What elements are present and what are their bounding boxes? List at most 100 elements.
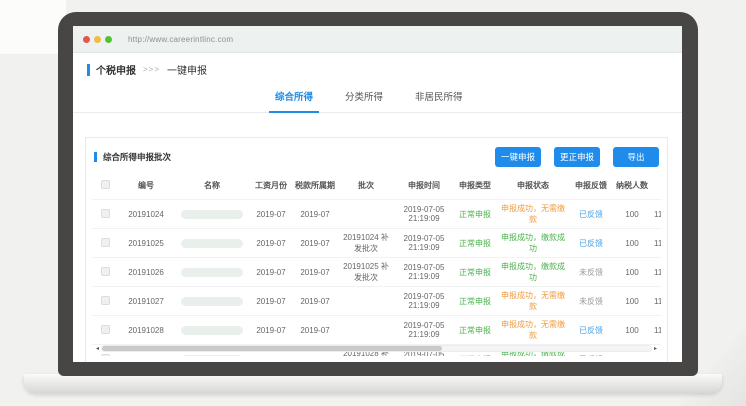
salary-month: 2019-07 xyxy=(250,316,292,345)
window-minimize-dot[interactable] xyxy=(94,36,101,43)
declare-time: 2019-07-05 21:19:09 xyxy=(394,287,454,316)
select-all-checkbox[interactable] xyxy=(101,180,110,189)
name-redacted-placeholder xyxy=(181,210,243,219)
window-maximize-dot[interactable] xyxy=(105,36,112,43)
scroll-left-arrow-icon[interactable]: ◂ xyxy=(96,346,99,352)
tab-nonresident-income[interactable]: 非居民所得 xyxy=(409,89,469,112)
tab-comprehensive-income[interactable]: 综合所得 xyxy=(269,89,319,113)
tax-period: 2019-07 xyxy=(292,200,338,229)
tab-bar: 综合所得 分类所得 非居民所得 xyxy=(73,89,682,113)
url-text[interactable]: http://www.careerintlinc.com xyxy=(128,35,233,44)
name-cell xyxy=(174,229,250,258)
browser-window: http://www.careerintlinc.com 个税申报 >>> 一键… xyxy=(73,26,682,362)
clipped-amount: 11 xyxy=(652,200,661,229)
declare-type: 正常申报 xyxy=(454,258,496,287)
row-checkbox[interactable] xyxy=(101,296,110,305)
taxpayer-count: 100 xyxy=(612,287,652,316)
row-checkbox[interactable] xyxy=(101,354,110,357)
row-checkbox[interactable] xyxy=(101,325,110,334)
col-header-clipped xyxy=(652,172,661,200)
batch-id: 20191028 xyxy=(118,316,174,345)
salary-month: 2019-07 xyxy=(250,287,292,316)
tab-classified-income[interactable]: 分类所得 xyxy=(339,89,389,112)
col-header-tax-period: 税款所属期 xyxy=(292,172,338,200)
tax-period: 2019-07 xyxy=(292,287,338,316)
table-header-row: 编号 名称 工资月份 税款所属期 批次 申报时间 申报类型 申报状态 申报反馈 xyxy=(92,172,661,200)
accent-bar xyxy=(94,152,97,162)
batch xyxy=(338,316,394,345)
declare-type: 正常申报 xyxy=(454,287,496,316)
row-checkbox[interactable] xyxy=(101,209,110,218)
breadcrumb-separator: >>> xyxy=(143,65,160,74)
page-subtitle: 一键申报 xyxy=(167,62,207,77)
one-click-declare-button[interactable]: 一键申报 xyxy=(495,147,541,167)
laptop-screen-bezel: http://www.careerintlinc.com 个税申报 >>> 一键… xyxy=(58,12,698,376)
col-header-feedback: 申报反馈 xyxy=(570,172,612,200)
declare-type: 正常申报 xyxy=(454,316,496,345)
panel-title: 综合所得申报批次 xyxy=(103,151,171,163)
batch xyxy=(338,200,394,229)
declare-feedback: 已反馈 xyxy=(570,229,612,258)
batch-panel: 综合所得申报批次 一键申报 更正申报 导出 xyxy=(85,137,668,362)
clipped-amount: 11 xyxy=(652,229,661,258)
page-background: http://www.careerintlinc.com 个税申报 >>> 一键… xyxy=(0,0,746,406)
salary-month: 2019-07 xyxy=(250,229,292,258)
declare-type: 正常申报 xyxy=(454,229,496,258)
browser-chrome-bar: http://www.careerintlinc.com xyxy=(73,26,682,53)
declare-feedback: 已反馈 xyxy=(570,316,612,345)
table-row: 201910252019-072019-0720191024 补发批次2019-… xyxy=(92,229,661,258)
scroll-right-arrow-icon[interactable]: ▸ xyxy=(654,346,657,352)
name-redacted-placeholder xyxy=(181,355,243,357)
name-cell xyxy=(174,316,250,345)
scrollbar-track[interactable] xyxy=(101,345,652,352)
declare-time: 2019-07-05 21:19:09 xyxy=(394,229,454,258)
horizontal-scrollbar[interactable]: ◂ ▸ xyxy=(96,344,657,353)
row-checkbox[interactable] xyxy=(101,267,110,276)
name-redacted-placeholder xyxy=(181,239,243,248)
col-header-declare-type: 申报类型 xyxy=(454,172,496,200)
col-header-taxpayer-count: 纳税人数 xyxy=(612,172,652,200)
tax-period: 2019-07 xyxy=(292,316,338,345)
tax-period: 2019-07 xyxy=(292,229,338,258)
salary-month: 2019-07 xyxy=(250,258,292,287)
declare-feedback: 未反馈 xyxy=(570,258,612,287)
correction-declare-button[interactable]: 更正申报 xyxy=(554,147,600,167)
accent-bar xyxy=(87,64,90,76)
tax-period: 2019-07 xyxy=(292,258,338,287)
col-header-declare-time: 申报时间 xyxy=(394,172,454,200)
col-header-declare-status: 申报状态 xyxy=(496,172,570,200)
batch: 20191025 补发批次 xyxy=(338,258,394,287)
batch-table: 编号 名称 工资月份 税款所属期 批次 申报时间 申报类型 申报状态 申报反馈 xyxy=(92,172,661,356)
declare-status: 申报成功，无需缴款 xyxy=(496,287,570,316)
table-row: 201910262019-072019-0720191025 补发批次2019-… xyxy=(92,258,661,287)
col-header-salary-month: 工资月份 xyxy=(250,172,292,200)
page-title: 个税申报 xyxy=(96,62,136,77)
salary-month: 2019-07 xyxy=(250,200,292,229)
taxpayer-count: 100 xyxy=(612,258,652,287)
background-decor-top-left xyxy=(0,0,66,54)
window-close-dot[interactable] xyxy=(83,36,90,43)
declare-status: 申报成功，无需缴款 xyxy=(496,316,570,345)
declare-status: 申报成功，缴款成功 xyxy=(496,258,570,287)
declare-type: 正常申报 xyxy=(454,200,496,229)
scrollbar-thumb[interactable] xyxy=(102,346,442,351)
declare-time: 2019-07-05 21:19:09 xyxy=(394,200,454,229)
export-button[interactable]: 导出 xyxy=(613,147,659,167)
taxpayer-count: 100 xyxy=(612,229,652,258)
declare-status: 申报成功，无需缴款 xyxy=(496,200,570,229)
table-row: 201910272019-072019-072019-07-05 21:19:0… xyxy=(92,287,661,316)
col-header-batch: 批次 xyxy=(338,172,394,200)
declare-time: 2019-07-05 21:19:09 xyxy=(394,258,454,287)
col-header-name: 名称 xyxy=(174,172,250,200)
declare-status: 申报成功，缴款成功 xyxy=(496,229,570,258)
declare-feedback: 未反馈 xyxy=(570,287,612,316)
taxpayer-count: 100 xyxy=(612,316,652,345)
clipped-amount: 11 xyxy=(652,258,661,287)
table-row: 201910282019-072019-072019-07-05 21:19:0… xyxy=(92,316,661,345)
row-checkbox[interactable] xyxy=(101,238,110,247)
batch-id: 20191026 xyxy=(118,258,174,287)
declare-feedback: 已反馈 xyxy=(570,200,612,229)
clipped-amount: 11 xyxy=(652,287,661,316)
table-row: 201910242019-072019-072019-07-05 21:19:0… xyxy=(92,200,661,229)
batch-id: 20191025 xyxy=(118,229,174,258)
